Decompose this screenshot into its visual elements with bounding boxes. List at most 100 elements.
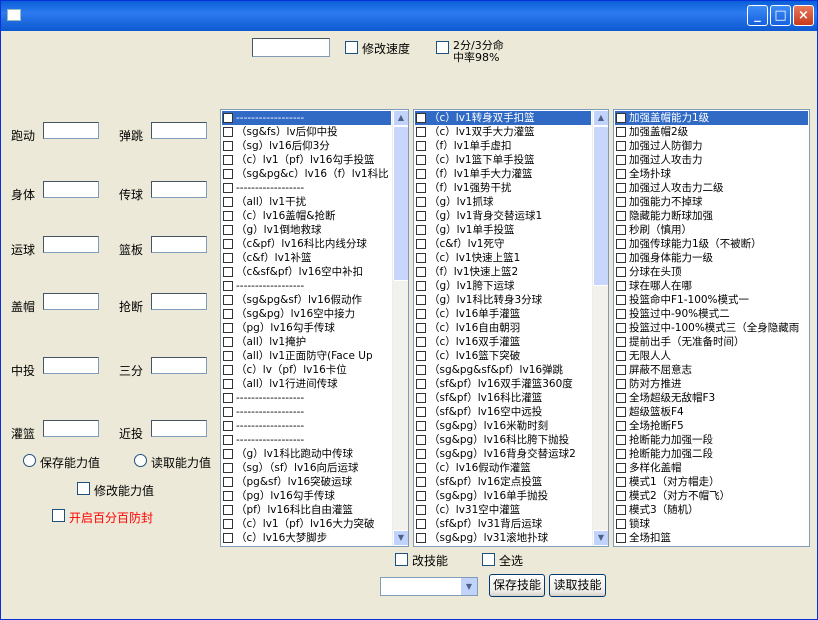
list-item[interactable]: （sg&pg）lv16背身交替运球2 xyxy=(415,447,591,461)
item-checkbox[interactable] xyxy=(616,337,626,347)
item-checkbox[interactable] xyxy=(223,113,233,123)
item-checkbox[interactable] xyxy=(223,365,233,375)
item-checkbox[interactable] xyxy=(616,477,626,487)
item-checkbox[interactable] xyxy=(416,295,426,305)
maximize-button[interactable]: □ xyxy=(770,5,791,26)
list-item[interactable]: 模式1（对方帽走） xyxy=(615,475,808,489)
save-skill-button[interactable]: 保存技能 xyxy=(489,574,545,597)
item-checkbox[interactable] xyxy=(616,127,626,137)
item-checkbox[interactable] xyxy=(223,463,233,473)
list-item[interactable]: （sf&pf）lv16科比灌篮 xyxy=(415,391,591,405)
item-checkbox[interactable] xyxy=(416,435,426,445)
item-checkbox[interactable] xyxy=(416,533,426,543)
list-item[interactable]: （sg&pg）lv16空中接力 xyxy=(222,307,391,321)
list-item[interactable]: （c）lv1篮下单手投篮 xyxy=(415,153,591,167)
list-item[interactable]: （c）lv1（pf）lv16勾手投篮 xyxy=(222,153,391,167)
item-checkbox[interactable] xyxy=(223,141,233,151)
list-item[interactable]: 隐藏能力断球加强 xyxy=(615,209,808,223)
list-item[interactable]: ------------------ xyxy=(222,181,391,195)
item-checkbox[interactable] xyxy=(223,225,233,235)
item-checkbox[interactable] xyxy=(416,421,426,431)
list-item[interactable]: 多样化盖帽 xyxy=(615,461,808,475)
item-checkbox[interactable] xyxy=(416,379,426,389)
list-item[interactable]: （c）lv16双手灌篮 xyxy=(415,335,591,349)
list-item[interactable]: （c&pf）lv16科比内线分球 xyxy=(222,237,391,251)
list-item[interactable]: （g）lv1抓球 xyxy=(415,195,591,209)
modify-ability-checkbox[interactable] xyxy=(77,482,90,495)
list-item[interactable]: （c）lv1转身双手扣篮 xyxy=(415,111,591,125)
list-item[interactable]: 秒刷（慎用） xyxy=(615,223,808,237)
item-checkbox[interactable] xyxy=(616,533,626,543)
item-checkbox[interactable] xyxy=(416,351,426,361)
list-item[interactable]: （all）lv1干扰 xyxy=(222,195,391,209)
item-checkbox[interactable] xyxy=(416,337,426,347)
item-checkbox[interactable] xyxy=(416,449,426,459)
list-item[interactable]: （sg&pg&sf&pf）lv16弹跳 xyxy=(415,363,591,377)
item-checkbox[interactable] xyxy=(223,323,233,333)
read-skill-button[interactable]: 读取技能 xyxy=(549,574,606,597)
item-checkbox[interactable] xyxy=(223,477,233,487)
select-all-checkbox[interactable] xyxy=(482,553,495,566)
item-checkbox[interactable] xyxy=(223,281,233,291)
list-item[interactable]: （f）lv1快速上篮2 xyxy=(415,265,591,279)
list-item[interactable]: （sg&pg）lv16单手抛投 xyxy=(415,489,591,503)
item-checkbox[interactable] xyxy=(223,407,233,417)
stat-input[interactable] xyxy=(151,420,207,437)
list-item[interactable]: 模式2（对方不帽飞） xyxy=(615,489,808,503)
item-checkbox[interactable] xyxy=(416,393,426,403)
list-item[interactable]: （sg&pg）lv16科比胯下抛投 xyxy=(415,433,591,447)
list-item[interactable]: （sf&pf）lv31背后运球 xyxy=(415,517,591,531)
list-item[interactable]: 全场扑球 xyxy=(615,167,808,181)
item-checkbox[interactable] xyxy=(616,449,626,459)
item-checkbox[interactable] xyxy=(416,225,426,235)
list-item[interactable]: （sf&pf）lv16定点投篮 xyxy=(415,475,591,489)
list-item[interactable]: （pg）lv16勾手传球 xyxy=(222,321,391,335)
item-checkbox[interactable] xyxy=(223,519,233,529)
item-checkbox[interactable] xyxy=(416,477,426,487)
stat-input[interactable] xyxy=(43,420,99,437)
stat-input[interactable] xyxy=(43,357,99,374)
list-item[interactable]: （sg&fs）lv后仰中投 xyxy=(222,125,391,139)
list-item[interactable]: （c）lv16大梦脚步 xyxy=(222,531,391,545)
item-checkbox[interactable] xyxy=(223,337,233,347)
item-checkbox[interactable] xyxy=(416,169,426,179)
list-item[interactable]: 模式3（随机） xyxy=(615,503,808,517)
item-checkbox[interactable] xyxy=(416,183,426,193)
list-item[interactable]: 全场超级无敌帽F3 xyxy=(615,391,808,405)
list-item[interactable]: 抢断能力加强一段 xyxy=(615,433,808,447)
stat-input[interactable] xyxy=(43,236,99,253)
item-checkbox[interactable] xyxy=(416,267,426,277)
list-item[interactable]: 加强盖帽能力1级 xyxy=(615,111,808,125)
item-checkbox[interactable] xyxy=(223,449,233,459)
stat-input[interactable] xyxy=(43,293,99,310)
list-item[interactable]: （c）lv31空中灌篮 xyxy=(415,503,591,517)
item-checkbox[interactable] xyxy=(223,127,233,137)
list-item[interactable]: 锁球 xyxy=(615,517,808,531)
item-checkbox[interactable] xyxy=(616,309,626,319)
item-checkbox[interactable] xyxy=(223,533,233,543)
list-item[interactable]: 投篮过中-90%模式二 xyxy=(615,307,808,321)
list-item[interactable]: ------------------ xyxy=(222,279,391,293)
speed-input[interactable] xyxy=(252,38,330,57)
list-item[interactable]: （g）lv1背身交替运球1 xyxy=(415,209,591,223)
list-item[interactable]: 加强传球能力1级（不被断） xyxy=(615,237,808,251)
list-item[interactable]: ------------------ xyxy=(222,419,391,433)
chevron-down-icon[interactable]: ▼ xyxy=(461,578,477,595)
item-checkbox[interactable] xyxy=(616,519,626,529)
item-checkbox[interactable] xyxy=(223,435,233,445)
list-item[interactable]: （pg）lv16勾手传球 xyxy=(222,489,391,503)
minimize-button[interactable]: _ xyxy=(747,5,768,26)
close-button[interactable]: × xyxy=(793,5,814,26)
item-checkbox[interactable] xyxy=(416,197,426,207)
skill-list-2[interactable]: （c）lv1转身双手扣篮 （c）lv1双手大力灌篮 （f）lv1单手虚扣 （c）lv1… xyxy=(413,109,609,547)
item-checkbox[interactable] xyxy=(223,197,233,207)
list-item[interactable]: （all）lv1行进间传球 xyxy=(222,377,391,391)
item-checkbox[interactable] xyxy=(416,141,426,151)
list-item[interactable]: （pg&sf）lv16突破运球 xyxy=(222,475,391,489)
item-checkbox[interactable] xyxy=(616,351,626,361)
list-item[interactable]: （c）lv1（pf）lv16大力突破 xyxy=(222,517,391,531)
list-item[interactable]: （sg&pg&sf）lv16假动作 xyxy=(222,293,391,307)
list-item[interactable]: 加强过人攻击力 xyxy=(615,153,808,167)
list-item[interactable]: 提前出手（无准备时间） xyxy=(615,335,808,349)
list-item[interactable]: （sg&pg&c）lv16（f）lv1科比 xyxy=(222,167,391,181)
